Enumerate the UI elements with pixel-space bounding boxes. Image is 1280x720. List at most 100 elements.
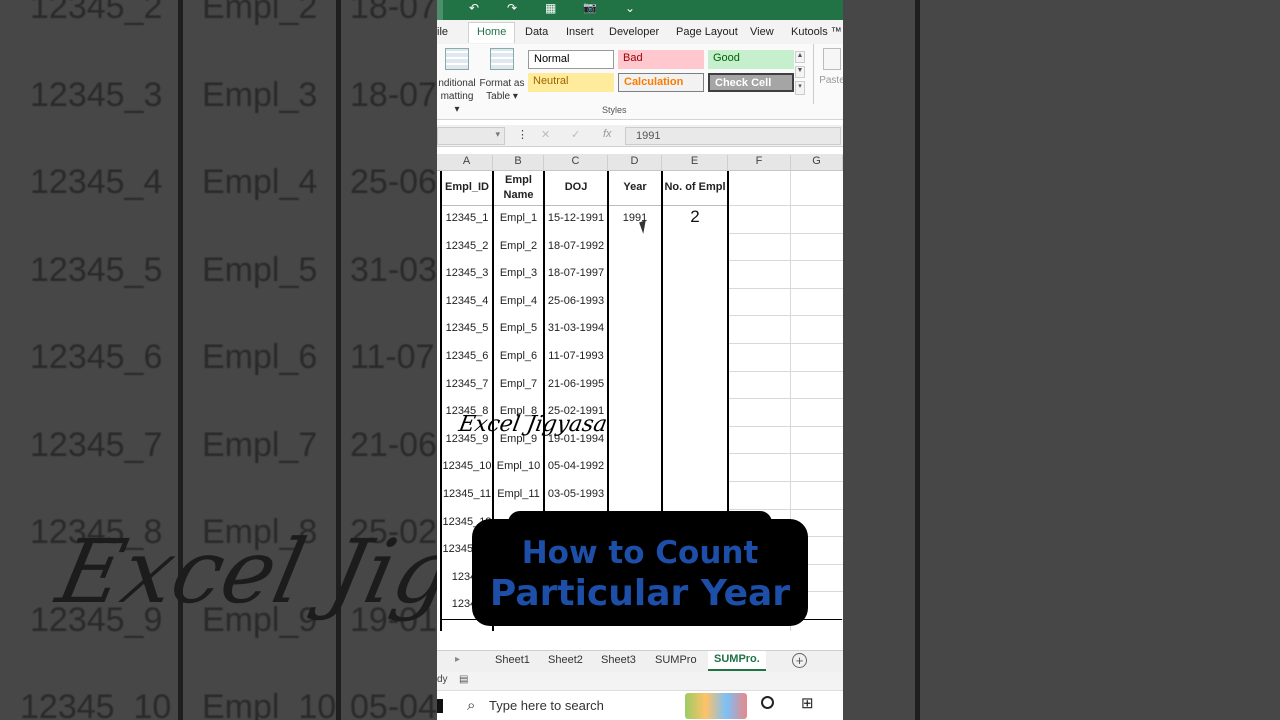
column-header-f[interactable]: F xyxy=(728,155,791,170)
column-header-b[interactable]: B xyxy=(493,155,544,170)
cell-count[interactable]: 2 xyxy=(662,207,728,227)
cell-empl-id[interactable]: 12345_11 xyxy=(441,488,493,500)
cell-empl-name[interactable]: Empl_3 xyxy=(493,267,544,279)
gallery-up-icon[interactable]: ▲ xyxy=(795,51,805,63)
cell-year[interactable]: 1991 xyxy=(608,212,662,224)
paste-button[interactable]: Paste xyxy=(817,48,843,87)
gallery-more-icon[interactable]: ▾ xyxy=(795,81,805,95)
table-icon[interactable]: ▦ xyxy=(545,1,556,15)
excel-window: ↶ ↷ ▦ 📷 ⌄ ile Home Data Insert Developer… xyxy=(437,0,843,720)
gridline xyxy=(728,232,843,234)
background-id-cell: 12345_2 xyxy=(30,0,163,26)
cell-empl-name[interactable]: Empl_11 xyxy=(493,488,544,500)
format-as-table-button[interactable]: Format as Table ▾ xyxy=(478,48,526,103)
sheet-tab-sheet1[interactable]: Sheet1 xyxy=(495,654,530,666)
weather-widget-icon[interactable] xyxy=(685,693,747,719)
column-header-e[interactable]: E xyxy=(662,155,728,170)
gallery-down-icon[interactable]: ▼ xyxy=(795,66,805,78)
cell-doj[interactable]: 31-03-1994 xyxy=(544,322,608,334)
column-header-g[interactable]: G xyxy=(791,155,843,170)
taskbar-search[interactable]: ⌕ Type here to search xyxy=(459,693,679,719)
cell-doj[interactable]: 18-07-1997 xyxy=(544,267,608,279)
banner-line-2: Particular Year xyxy=(489,573,791,614)
cell-style-calculation[interactable]: Calculation xyxy=(618,73,704,92)
cell-style-good[interactable]: Good xyxy=(708,50,794,69)
macro-record-icon[interactable]: ▤ xyxy=(459,674,468,685)
cell-empl-name[interactable]: Empl_1 xyxy=(493,212,544,224)
cell-empl-id[interactable]: 12345_6 xyxy=(441,350,493,362)
cell-doj[interactable]: 15-12-1991 xyxy=(544,212,608,224)
format-table-icon xyxy=(490,48,514,70)
sheet-tab-sheet2[interactable]: Sheet2 xyxy=(548,654,583,666)
add-sheet-icon[interactable]: + xyxy=(792,653,807,668)
sheet-tab-sumpro[interactable]: SUMPro xyxy=(655,654,697,666)
cell-doj[interactable]: 18-07-1992 xyxy=(544,240,608,252)
windows-start-icon[interactable] xyxy=(437,699,443,713)
clipboard-icon xyxy=(823,48,841,70)
cortana-icon[interactable] xyxy=(761,696,774,709)
gridline xyxy=(728,481,843,482)
formula-options-icon[interactable]: ⋮ xyxy=(517,128,528,141)
tab-insert[interactable]: Insert xyxy=(566,26,594,38)
undo-icon[interactable]: ↶ xyxy=(469,1,479,15)
cell-empl-id[interactable]: 12345_2 xyxy=(441,240,493,252)
redo-icon[interactable]: ↷ xyxy=(507,1,517,15)
background-date-cell: 18-07 xyxy=(350,75,437,114)
cell-empl-name[interactable]: Empl_5 xyxy=(493,322,544,334)
cell-doj[interactable]: 03-05-1993 xyxy=(544,488,608,500)
formula-bar: ▾ ⋮ ✕ ✓ fx 1991 xyxy=(437,125,843,147)
cell-empl-name[interactable]: Empl_6 xyxy=(493,350,544,362)
tab-kutools[interactable]: Kutools ™ xyxy=(791,26,842,38)
sheet-tab-sumpro-active[interactable]: SUMPro. xyxy=(708,651,766,671)
conditional-formatting-icon xyxy=(445,48,469,70)
background-name-cell: Empl_6 xyxy=(202,338,318,376)
more-icon[interactable]: ⌄ xyxy=(625,1,635,15)
cell-doj[interactable]: 21-06-1995 xyxy=(544,378,608,390)
search-placeholder: Type here to search xyxy=(489,698,604,713)
cell-style-check-cell[interactable]: Check Cell xyxy=(708,73,794,92)
windows-taskbar: ⌕ Type here to search ⊞ xyxy=(437,690,843,720)
column-header-c[interactable]: C xyxy=(544,155,608,170)
cell-doj[interactable]: 11-07-1993 xyxy=(544,350,608,362)
tab-view[interactable]: View xyxy=(750,26,774,38)
header-line: Name xyxy=(503,189,534,201)
cell-empl-name[interactable]: Empl_4 xyxy=(493,295,544,307)
cell-empl-id[interactable]: 12345_1 xyxy=(441,212,493,224)
cancel-icon[interactable]: ✕ xyxy=(541,128,550,141)
cell-empl-id[interactable]: 12345_5 xyxy=(441,322,493,334)
enter-icon[interactable]: ✓ xyxy=(571,128,580,141)
tab-file[interactable]: ile xyxy=(437,26,448,38)
cell-style-bad[interactable]: Bad xyxy=(618,50,704,69)
cell-style-normal[interactable]: Normal xyxy=(528,50,614,69)
background-watermark: Excel Jigyasa xyxy=(49,520,437,623)
cell-doj[interactable]: 25-06-1993 xyxy=(544,295,608,307)
sheet-tab-sheet3[interactable]: Sheet3 xyxy=(601,654,636,666)
column-header-d[interactable]: D xyxy=(608,155,662,170)
background-name-cell: Empl_7 xyxy=(202,425,318,464)
cell-empl-id[interactable]: 12345_4 xyxy=(441,295,493,307)
task-view-icon[interactable]: ⊞ xyxy=(801,694,814,712)
tab-developer[interactable]: Developer xyxy=(609,26,659,38)
cell-empl-name[interactable]: Empl_7 xyxy=(493,378,544,390)
scroll-sheets-icon[interactable]: ▸ xyxy=(455,654,460,665)
cell-empl-name[interactable]: Empl_2 xyxy=(493,240,544,252)
tab-page-layout[interactable]: Page Layout xyxy=(676,26,738,38)
gridline xyxy=(728,508,843,510)
cell-empl-id[interactable]: 12345_7 xyxy=(441,378,493,390)
cell-empl-id[interactable]: 12345_3 xyxy=(441,267,493,279)
name-box[interactable]: ▾ xyxy=(437,127,505,145)
cell-empl-id[interactable]: 12345_10 xyxy=(441,460,493,472)
fx-icon[interactable]: fx xyxy=(603,128,612,140)
cell-empl-name[interactable]: Empl_10 xyxy=(493,460,544,472)
column-header-a[interactable]: A xyxy=(441,155,493,170)
cell-doj[interactable]: 05-04-1992 xyxy=(544,460,608,472)
formula-input[interactable]: 1991 xyxy=(625,127,841,145)
gridline xyxy=(728,398,843,400)
camera-icon[interactable]: 📷 xyxy=(583,1,597,14)
tab-data[interactable]: Data xyxy=(525,26,548,38)
tab-home[interactable]: Home xyxy=(468,22,516,43)
conditional-formatting-button[interactable]: nditional matting ▾ xyxy=(437,48,477,116)
cell-style-neutral[interactable]: Neutral xyxy=(528,73,614,92)
background-gridline xyxy=(915,0,920,720)
background-id-cell: 12345_5 xyxy=(30,250,163,289)
